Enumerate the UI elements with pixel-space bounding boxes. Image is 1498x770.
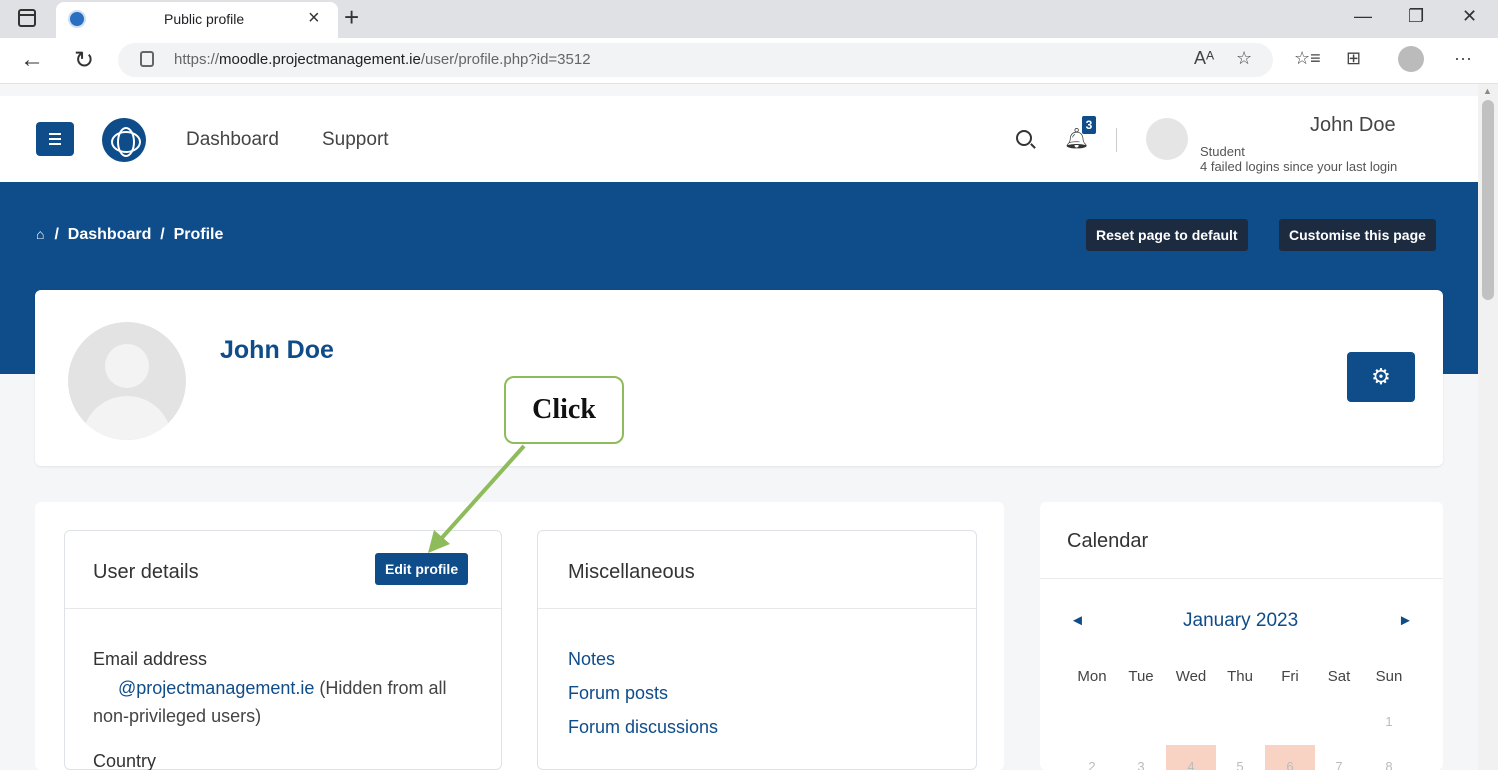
collections-icon[interactable]: ⊞: [1346, 48, 1361, 69]
home-icon[interactable]: ⌂: [36, 226, 50, 242]
email-link[interactable]: @projectmanagement.ie: [118, 678, 314, 698]
email-label: Email address: [93, 649, 208, 669]
scroll-up-icon[interactable]: ▲: [1483, 86, 1492, 96]
tab-title: Public profile: [164, 11, 245, 27]
user-avatar[interactable]: [1146, 118, 1188, 160]
calendar-date[interactable]: 3: [1116, 759, 1166, 770]
page-scrollbar[interactable]: ▲: [1478, 84, 1498, 770]
drawer-toggle-button[interactable]: [36, 122, 74, 156]
country-label: Country: [93, 751, 157, 770]
navbar-user-name[interactable]: John Doe: [1310, 114, 1396, 137]
browser-tab-bar: Public profile × + — ❐ ✕: [0, 0, 1498, 38]
customise-page-button[interactable]: Customise this page: [1279, 219, 1436, 251]
miscellaneous-title: Miscellaneous: [568, 561, 695, 583]
navbar-divider: [1116, 128, 1117, 152]
more-icon[interactable]: ···: [1454, 48, 1472, 69]
notification-count-badge: 3: [1082, 116, 1096, 134]
calendar-day-header: Fri: [1281, 668, 1299, 685]
calendar-day-header: Sun: [1375, 668, 1403, 685]
calendar-date[interactable]: 5: [1215, 759, 1265, 770]
browser-tab-active[interactable]: Public profile ×: [56, 2, 338, 38]
calendar-title: Calendar: [1067, 530, 1149, 552]
site-logo-icon[interactable]: [102, 118, 146, 162]
reset-page-button[interactable]: Reset page to default: [1086, 219, 1248, 251]
breadcrumb: ⌂ / Dashboard / Profile: [36, 226, 224, 243]
read-aloud-icon[interactable]: Aᴬ: [1194, 48, 1214, 69]
browser-address-bar: ← ↻ https://moodle.projectmanagement.ie/…: [0, 38, 1498, 84]
gear-icon[interactable]: ⚙: [1347, 352, 1415, 402]
calendar-prev-icon[interactable]: ◄: [1070, 612, 1085, 629]
breadcrumb-dashboard[interactable]: Dashboard: [68, 226, 152, 243]
calendar-date[interactable]: 4: [1166, 759, 1216, 770]
scrollbar-thumb[interactable]: [1482, 100, 1494, 300]
calendar-date[interactable]: 6: [1265, 759, 1315, 770]
user-details-title: User details: [93, 561, 199, 583]
calendar-month[interactable]: January 2023: [1183, 610, 1298, 632]
site-navbar: Dashboard Support 🔔︎ 3 John Doe Student …: [0, 96, 1478, 182]
tab-close-icon[interactable]: ×: [308, 7, 320, 30]
window-close-icon[interactable]: ✕: [1462, 6, 1477, 27]
calendar-day-header: Tue: [1128, 668, 1154, 685]
browser-profile-icon[interactable]: [1398, 46, 1424, 72]
miscellaneous-card: Miscellaneous Notes Forum posts Forum di…: [537, 530, 977, 770]
tab-actions-icon[interactable]: [18, 9, 36, 27]
calendar-date[interactable]: 8: [1364, 759, 1414, 770]
search-icon[interactable]: [1016, 130, 1032, 146]
reload-icon[interactable]: ↻: [74, 46, 94, 75]
calendar-day-header: Thu: [1227, 668, 1253, 685]
lock-icon[interactable]: [140, 51, 154, 67]
calendar-date[interactable]: 2: [1067, 759, 1117, 770]
calendar-date[interactable]: 7: [1314, 759, 1364, 770]
calendar-day-header: Sat: [1327, 668, 1351, 685]
annotation-callout: Click: [504, 376, 624, 444]
calendar-date[interactable]: 1: [1364, 714, 1414, 729]
profile-header-card: John Doe ⚙: [35, 290, 1443, 466]
nav-link-dashboard[interactable]: Dashboard: [186, 129, 279, 151]
back-icon[interactable]: ←: [20, 46, 44, 74]
profile-name: John Doe: [220, 336, 334, 364]
failed-logins-text: 4 failed logins since your last login: [1200, 159, 1398, 174]
breadcrumb-profile[interactable]: Profile: [174, 226, 224, 243]
user-details-card: User details Edit profile Email address …: [64, 530, 502, 770]
calendar-day-header: Wed: [1175, 668, 1207, 685]
add-favorite-icon[interactable]: ☆: [1236, 48, 1252, 69]
forum-discussions-link[interactable]: Forum discussions: [568, 717, 718, 738]
email-value: @projectmanagement.ie (Hidden from all n…: [93, 678, 447, 726]
url-input[interactable]: https://moodle.projectmanagement.ie/user…: [118, 43, 1273, 77]
new-tab-icon[interactable]: +: [344, 2, 359, 33]
menu-icon: [49, 133, 61, 135]
calendar-next-icon[interactable]: ►: [1398, 612, 1413, 629]
nav-link-support[interactable]: Support: [322, 129, 389, 151]
edit-profile-button[interactable]: Edit profile: [375, 553, 469, 585]
site-favicon-icon: [68, 10, 86, 28]
url-text: https://moodle.projectmanagement.ie/user…: [174, 51, 591, 68]
minimize-icon[interactable]: —: [1354, 6, 1372, 27]
favorites-icon[interactable]: ☆≡: [1294, 48, 1321, 69]
navbar-user-role: Student: [1200, 144, 1245, 159]
maximize-icon[interactable]: ❐: [1408, 6, 1424, 27]
profile-avatar: [68, 322, 186, 440]
notes-link[interactable]: Notes: [568, 649, 615, 670]
forum-posts-link[interactable]: Forum posts: [568, 683, 668, 704]
calendar-block: Calendar ◄ January 2023 ► Mon Tue Wed Th…: [1040, 502, 1443, 770]
calendar-day-header: Mon: [1077, 668, 1107, 685]
